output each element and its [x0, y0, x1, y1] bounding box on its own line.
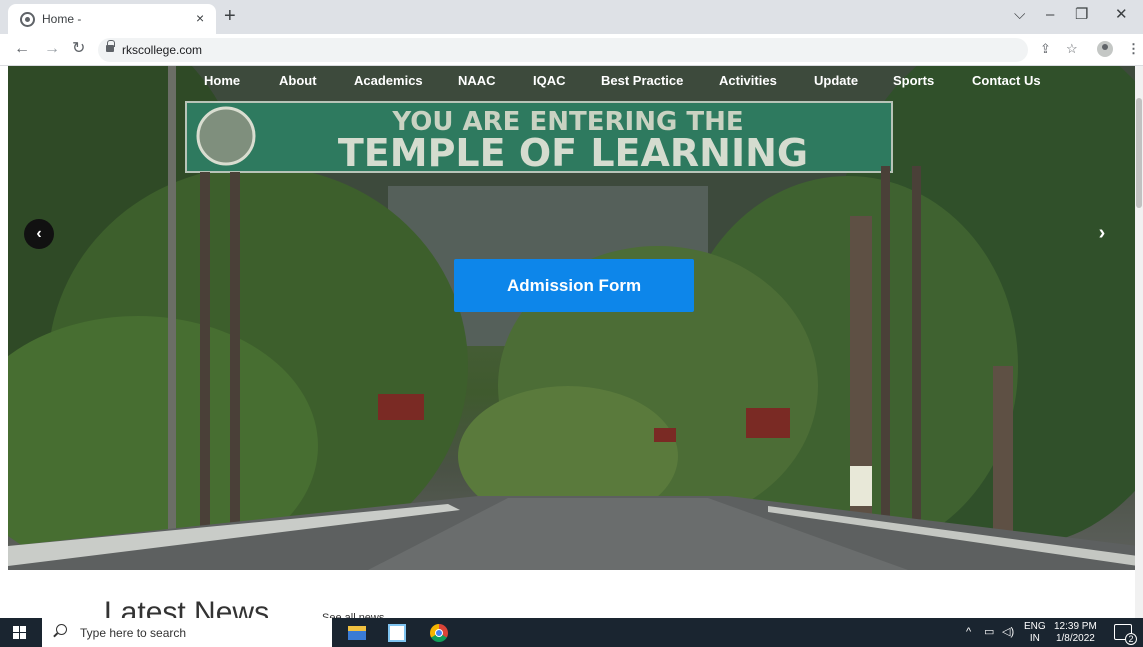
search-icon: [56, 624, 67, 635]
browser-toolbar: ← → ↻ rkscollege.com ⇪ ☆ ⋮: [0, 34, 1143, 66]
clock-time: 12:39 PM: [1054, 621, 1097, 632]
file-explorer-icon[interactable]: [346, 622, 368, 644]
forward-arrow-icon[interactable]: →: [44, 40, 60, 58]
site-navigation: Home About Academics NAAC IQAC Best Prac…: [8, 66, 1138, 96]
nav-home[interactable]: Home: [204, 73, 240, 88]
nav-academics[interactable]: Academics: [354, 73, 423, 88]
new-tab-button[interactable]: +: [224, 5, 236, 27]
arch-line-2: TEMPLE OF LEARNING: [338, 131, 808, 175]
app-window-icon[interactable]: [386, 622, 408, 644]
nav-activities[interactable]: Activities: [719, 73, 777, 88]
reload-icon[interactable]: ↻: [72, 40, 85, 58]
nav-update[interactable]: Update: [814, 73, 858, 88]
nav-about[interactable]: About: [279, 73, 317, 88]
favicon-icon: [20, 12, 35, 27]
minimize-button[interactable]: –: [1046, 6, 1054, 24]
nav-best-practice[interactable]: Best Practice: [601, 73, 683, 88]
tab-search-icon[interactable]: ⌵: [1014, 6, 1025, 24]
restore-button[interactable]: ❐: [1075, 6, 1088, 24]
tab-title: Home -: [42, 12, 82, 26]
language-code: ENG: [1024, 621, 1046, 632]
windows-start-icon[interactable]: [13, 626, 26, 639]
language-indicator[interactable]: ENG IN: [1024, 621, 1046, 645]
screen: Home - × + ⌵ – ❐ ✕ ← → ↻ rkscollege.com …: [0, 0, 1143, 647]
hero-background-image: YOU ARE ENTERING THE TEMPLE OF LEARNING: [8, 66, 1138, 570]
back-arrow-icon[interactable]: ←: [14, 40, 30, 58]
notifications-icon[interactable]: 2: [1114, 624, 1137, 645]
tray-chevron-icon[interactable]: ^: [966, 626, 971, 638]
admission-form-button[interactable]: Admission Form: [454, 259, 694, 312]
taskbar-search-placeholder: Type here to search: [80, 626, 187, 640]
nav-naac[interactable]: NAAC: [458, 73, 496, 88]
nav-iqac[interactable]: IQAC: [533, 73, 566, 88]
bookmark-star-icon[interactable]: ☆: [1066, 41, 1078, 57]
language-region: IN: [1029, 633, 1040, 644]
scrollbar-thumb[interactable]: [1136, 98, 1142, 208]
taskbar-search-box[interactable]: Type here to search: [42, 618, 332, 647]
network-icon[interactable]: ▭: [984, 626, 994, 638]
browser-tab[interactable]: Home - ×: [8, 4, 216, 34]
nav-sports[interactable]: Sports: [893, 73, 934, 88]
share-icon[interactable]: ⇪: [1040, 41, 1051, 57]
notification-count: 2: [1125, 633, 1137, 645]
hero-slider: YOU ARE ENTERING THE TEMPLE OF LEARNING: [8, 66, 1138, 570]
more-menu-icon[interactable]: ⋮: [1127, 41, 1140, 57]
lock-icon: [106, 40, 115, 52]
clock[interactable]: 12:39 PM 1/8/2022: [1054, 621, 1097, 645]
nav-contact-us[interactable]: Contact Us: [972, 73, 1041, 88]
volume-icon[interactable]: ◁): [1002, 626, 1014, 638]
url-text: rkscollege.com: [122, 43, 203, 57]
close-window-button[interactable]: ✕: [1115, 6, 1128, 24]
page-scrollbar[interactable]: [1135, 66, 1143, 618]
profile-icon[interactable]: [1097, 41, 1113, 57]
windows-taskbar: Type here to search ^ ▭ ◁) ENG IN 12:39 …: [0, 618, 1143, 647]
slider-next-button[interactable]: ›: [1088, 219, 1116, 247]
tab-close-icon[interactable]: ×: [196, 10, 204, 26]
slider-prev-button[interactable]: ‹: [24, 219, 54, 249]
clock-date: 1/8/2022: [1055, 633, 1095, 644]
latest-news-heading: Latest News: [104, 596, 270, 618]
chrome-icon[interactable]: [428, 622, 450, 644]
address-bar[interactable]: rkscollege.com: [98, 38, 1028, 62]
browser-tab-strip: Home - × + ⌵ – ❐ ✕: [0, 0, 1143, 34]
